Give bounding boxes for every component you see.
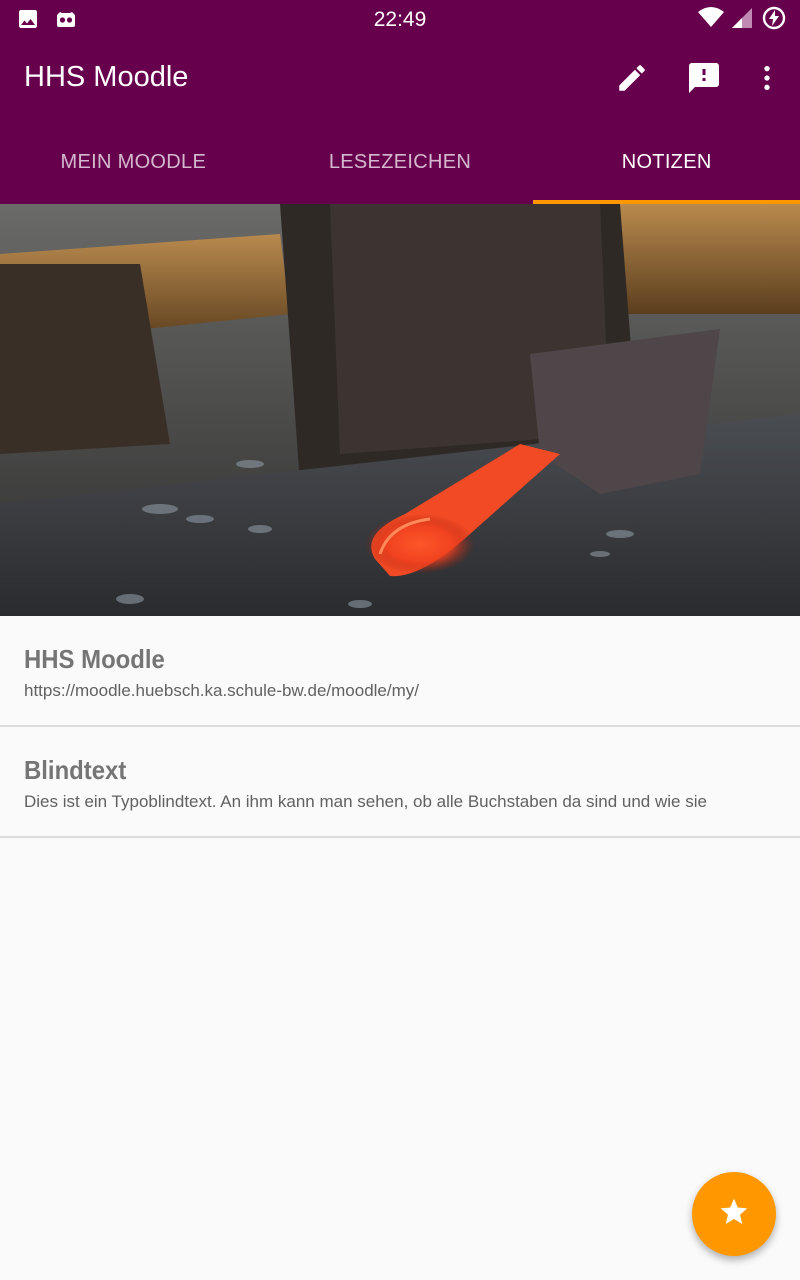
notes-list: HHS Moodle https://moodle.huebsch.ka.sch… (0, 616, 800, 838)
star-icon (718, 1196, 750, 1233)
status-time: 22:49 (373, 8, 427, 31)
note-text: https://moodle.huebsch.ka.schule-bw.de/m… (24, 681, 419, 700)
add-favorite-button[interactable] (692, 1172, 776, 1256)
note-text: Dies ist ein Typoblindtext. An ihm kann … (24, 792, 707, 811)
more-vert-icon (751, 62, 783, 99)
tab-notizen[interactable]: NOTIZEN (533, 120, 800, 204)
feedback-icon (686, 60, 722, 101)
signal-icon (730, 6, 754, 30)
edit-icon (615, 61, 649, 100)
app-title: HHS Moodle (24, 61, 189, 93)
list-item[interactable]: HHS Moodle https://moodle.huebsch.ka.sch… (0, 616, 800, 727)
list-item[interactable]: Blindtext Dies ist ein Typoblindtext. An… (0, 727, 800, 838)
tab-bar: MEIN MOODLE LESEZEICHEN NOTIZEN (0, 120, 800, 204)
wifi-icon (698, 6, 724, 30)
header-image (0, 204, 800, 616)
app-bar: 22:49 HHS Moodle MEIN MOODLE LESEZEICHEN… (0, 0, 800, 204)
status-bar: 22:49 (0, 0, 800, 38)
toolbar: HHS Moodle (0, 38, 800, 120)
battery-charging-icon (762, 6, 786, 30)
tab-mein-moodle[interactable]: MEIN MOODLE (0, 120, 267, 204)
edit-button[interactable] (610, 58, 654, 102)
tab-lesezeichen[interactable]: LESEZEICHEN (267, 120, 534, 204)
feedback-button[interactable] (682, 58, 726, 102)
note-title: Blindtext (24, 755, 127, 785)
more-options-button[interactable] (745, 58, 789, 102)
note-title: HHS Moodle (24, 644, 165, 674)
